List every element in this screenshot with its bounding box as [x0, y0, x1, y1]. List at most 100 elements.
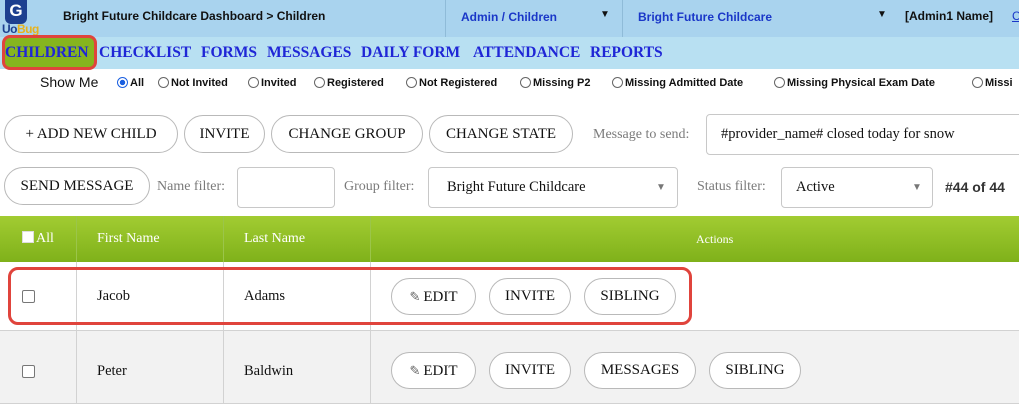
nav-daily-form[interactable]: DAILY FORM: [361, 44, 460, 62]
radio-missing-physical-exam-date[interactable]: Missing Physical Exam Date: [774, 77, 935, 89]
radio-icon[interactable]: [158, 77, 169, 88]
name-filter-label: Name filter:: [157, 179, 226, 194]
radio-all[interactable]: All: [117, 77, 144, 89]
column-divider: [223, 331, 224, 403]
nav-messages[interactable]: MESSAGES: [267, 44, 351, 62]
logo-text-main: Uo: [2, 22, 18, 36]
pencil-icon: ✎: [409, 289, 421, 304]
row-checkbox[interactable]: [22, 290, 35, 303]
change-group-button[interactable]: CHANGE GROUP: [271, 115, 423, 153]
radio-label: Missing P2: [533, 77, 591, 89]
message-label: Message to send:: [593, 127, 690, 142]
edit-button[interactable]: ✎ EDIT: [391, 278, 476, 315]
last-name-cell: Adams: [244, 288, 286, 304]
nav-reports[interactable]: REPORTS: [590, 44, 663, 62]
radio-missing-more[interactable]: Missi: [972, 77, 1013, 89]
column-divider: [76, 262, 77, 330]
breadcrumb-title: Bright Future Childcare Dashboard > Chil…: [63, 9, 326, 23]
logo-text: UoBug: [2, 22, 39, 36]
send-message-button[interactable]: SEND MESSAGE: [4, 167, 150, 205]
radio-icon[interactable]: [248, 77, 259, 88]
radio-label: Invited: [261, 77, 297, 89]
row-checkbox[interactable]: [22, 365, 35, 378]
org-select[interactable]: Bright Future Childcare: [638, 10, 772, 24]
messages-button[interactable]: MESSAGES: [584, 352, 696, 389]
edit-button[interactable]: ✎ EDIT: [391, 352, 476, 389]
radio-label: Missing Physical Exam Date: [787, 77, 935, 89]
first-name-cell: Peter: [97, 363, 127, 379]
last-name-cell: Baldwin: [244, 363, 294, 379]
invite-row-button[interactable]: INVITE: [489, 278, 571, 315]
radio-not-invited[interactable]: Not Invited: [158, 77, 228, 89]
name-filter-input[interactable]: [237, 167, 335, 208]
radio-icon[interactable]: [406, 77, 417, 88]
radio-label: Missi: [985, 77, 1013, 89]
pencil-icon: ✎: [409, 363, 421, 378]
table-row: Peter Baldwin ✎ EDIT INVITE MESSAGES SIBL…: [0, 331, 1019, 404]
nav-attendance[interactable]: ATTENDANCE: [473, 44, 580, 62]
radio-label: Registered: [327, 77, 384, 89]
radio-icon[interactable]: [612, 77, 623, 88]
column-divider: [76, 216, 77, 262]
radio-missing-p2[interactable]: Missing P2: [520, 77, 590, 89]
table-row: Jacob Adams ✎ EDIT INVITE SIBLING: [0, 262, 1019, 331]
message-input[interactable]: #provider_name# closed today for snow: [706, 114, 1019, 155]
radio-checked-icon[interactable]: [117, 77, 128, 88]
select-all-checkbox[interactable]: [22, 231, 34, 243]
column-divider: [370, 216, 371, 262]
app-logo[interactable]: G UoBug: [0, 0, 42, 37]
first-name-header[interactable]: First Name: [97, 216, 160, 262]
org-select-caret-icon[interactable]: ▼: [877, 9, 887, 20]
column-divider: [223, 216, 224, 262]
column-divider: [76, 331, 77, 403]
group-filter-caret-icon[interactable]: ▼: [656, 182, 666, 193]
group-filter-select[interactable]: Bright Future Childcare: [428, 167, 678, 208]
sibling-button[interactable]: SIBLING: [709, 352, 801, 389]
nav-children[interactable]: CHILDREN: [5, 44, 89, 62]
select-all-header[interactable]: All: [22, 216, 54, 262]
radio-icon[interactable]: [314, 77, 325, 88]
column-divider: [223, 262, 224, 330]
radio-icon[interactable]: [520, 77, 531, 88]
radio-label: Not Invited: [171, 77, 228, 89]
column-divider: [370, 331, 371, 403]
role-select-caret-icon[interactable]: ▼: [600, 9, 610, 20]
radio-label: All: [130, 77, 145, 89]
status-filter-select[interactable]: Active: [781, 167, 933, 208]
top-bar: G UoBug Bright Future Childcare Dashboar…: [0, 0, 1019, 37]
change-state-button[interactable]: CHANGE STATE: [429, 115, 573, 153]
edit-label: EDIT: [423, 289, 458, 305]
show-me-filter: Show Me All Not Invited Invited Register…: [0, 71, 1019, 95]
invite-button[interactable]: INVITE: [184, 115, 265, 153]
radio-missing-admitted-date[interactable]: Missing Admitted Date: [612, 77, 743, 89]
radio-icon[interactable]: [774, 77, 785, 88]
sibling-button[interactable]: SIBLING: [584, 278, 676, 315]
invite-row-button[interactable]: INVITE: [489, 352, 571, 389]
last-name-header[interactable]: Last Name: [244, 216, 305, 262]
add-new-child-button[interactable]: + ADD NEW CHILD: [4, 115, 178, 153]
radio-label: Not Registered: [419, 77, 498, 89]
edit-label: EDIT: [423, 363, 458, 379]
nav-forms[interactable]: FORMS: [201, 44, 257, 62]
radio-icon[interactable]: [972, 77, 983, 88]
user-menu[interactable]: [Admin1 Name]: [905, 9, 993, 23]
show-me-label: Show Me: [40, 74, 99, 90]
topbar-link[interactable]: C: [1012, 9, 1019, 23]
radio-registered[interactable]: Registered: [314, 77, 384, 89]
table-header: All First Name Last Name Actions: [0, 216, 1019, 262]
topbar-divider: [622, 0, 623, 37]
group-filter-label: Group filter:: [344, 179, 415, 194]
topbar-divider: [445, 0, 446, 37]
radio-not-registered[interactable]: Not Registered: [406, 77, 497, 89]
column-divider: [370, 262, 371, 330]
status-filter-label: Status filter:: [697, 179, 766, 194]
role-select[interactable]: Admin / Children: [461, 10, 557, 24]
logo-text-accent: Bug: [17, 22, 39, 36]
status-filter-caret-icon[interactable]: ▼: [912, 182, 922, 193]
nav-checklist[interactable]: CHECKLIST: [99, 44, 191, 62]
logo-badge: G: [5, 0, 27, 24]
first-name-cell: Jacob: [97, 288, 131, 304]
actions-header: Actions: [696, 232, 734, 246]
radio-invited[interactable]: Invited: [248, 77, 296, 89]
select-all-label: All: [36, 231, 54, 246]
